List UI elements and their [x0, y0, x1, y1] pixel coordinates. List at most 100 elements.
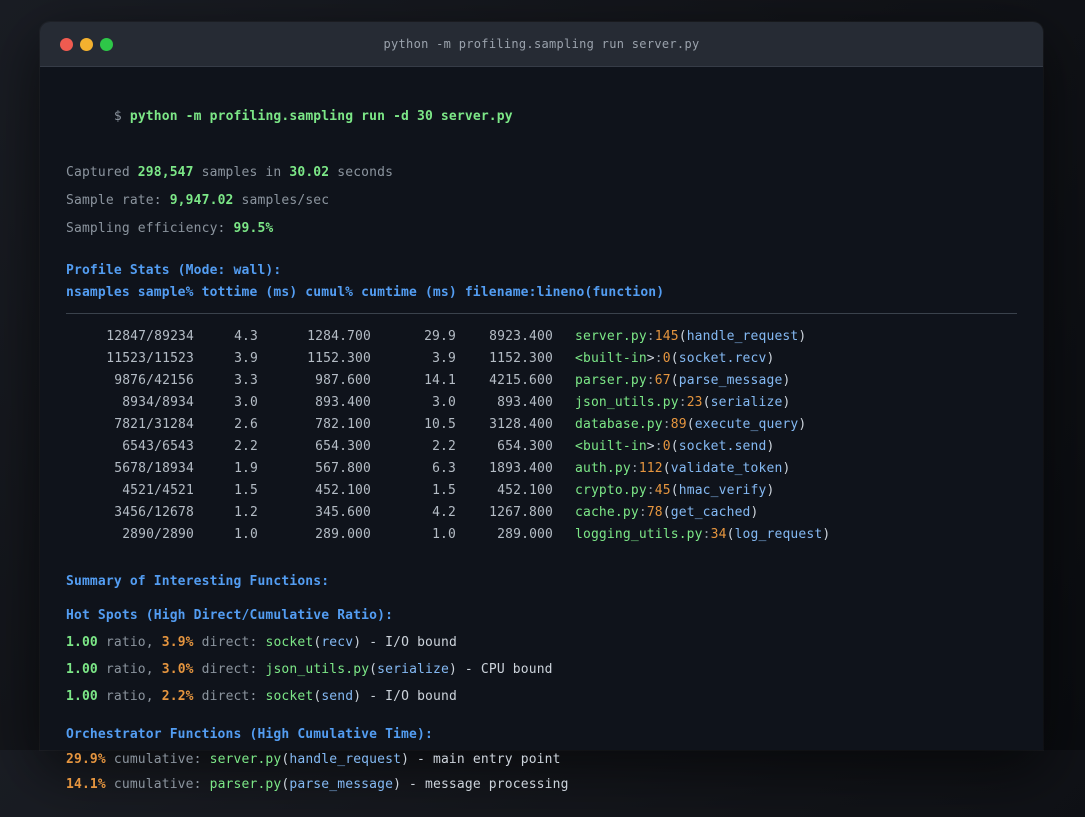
- profile-table: 12847/89234 4.3 1284.700 29.9 8923.400 s…: [66, 326, 1017, 546]
- cell-cumul-pct: 3.9: [432, 351, 456, 366]
- token: 89: [670, 417, 687, 432]
- cell-tottime-ms: 1152.300: [307, 351, 371, 366]
- cell-cumtime-ms: 1893.400: [489, 461, 553, 476]
- token: ): [766, 351, 775, 366]
- close-button[interactable]: [60, 37, 73, 51]
- cell-tottime-ms: 452.100: [315, 483, 371, 498]
- token: serialize: [710, 395, 783, 410]
- profile-table-row: 9876/42156 3.3 987.600 14.1 4215.600 par…: [66, 370, 1017, 392]
- cell-nsamples: 2890/2890: [122, 527, 194, 542]
- cell-nsamples: 12847/89234: [106, 329, 194, 344]
- cell-cumul-pct: 29.9: [424, 329, 456, 344]
- cell-cumul-pct: 1.0: [432, 527, 456, 542]
- token: <built-in: [575, 439, 647, 454]
- token: server.py: [575, 329, 647, 344]
- token: 2.2%: [161, 689, 194, 704]
- token: - message processing: [401, 777, 569, 792]
- token: (: [726, 527, 735, 542]
- cell-cumtime-ms: 4215.600: [489, 373, 553, 388]
- cell-cumtime-ms: 289.000: [497, 527, 553, 542]
- token: parse_message: [678, 373, 783, 388]
- token: 29.9%: [66, 752, 106, 767]
- profile-table-row: 11523/11523 3.9 1152.300 3.9 1152.300 <b…: [66, 348, 1017, 370]
- cell-nsamples: 5678/18934: [114, 461, 194, 476]
- cell-sample-pct: 2.6: [234, 417, 258, 432]
- token: :: [646, 373, 655, 388]
- token: recv: [321, 635, 354, 650]
- titlebar[interactable]: python -m profiling.sampling run server.…: [40, 22, 1043, 67]
- token: (: [670, 351, 679, 366]
- hotspots-heading: Hot Spots (High Direct/Cumulative Ratio)…: [66, 608, 394, 623]
- token: ): [798, 329, 807, 344]
- cell-sample-pct: 1.0: [234, 527, 258, 542]
- token: 14.1%: [66, 777, 106, 792]
- token: 23: [686, 395, 703, 410]
- cell-nsamples: 11523/11523: [106, 351, 194, 366]
- cell-sample-pct: 3.3: [234, 373, 258, 388]
- cell-nsamples: 7821/31284: [114, 417, 194, 432]
- token: 45: [654, 483, 671, 498]
- token: ratio,: [97, 635, 162, 650]
- token: (: [702, 395, 711, 410]
- token: server.py: [209, 752, 282, 767]
- token: :: [662, 417, 671, 432]
- token: cumulative:: [105, 777, 210, 792]
- cell-cumul-pct: 6.3: [432, 461, 456, 476]
- profile-table-row: 12847/89234 4.3 1284.700 29.9 8923.400 s…: [66, 326, 1017, 348]
- token: 145: [654, 329, 679, 344]
- cell-sample-pct: 1.2: [234, 505, 258, 520]
- cell-filename-lineno-function: crypto.py:45(hmac_verify): [575, 480, 774, 502]
- cell-sample-pct: 1.9: [234, 461, 258, 476]
- maximize-button[interactable]: [100, 37, 113, 51]
- token: logging_utils.py: [575, 527, 703, 542]
- token: (: [662, 505, 671, 520]
- token: :: [678, 395, 687, 410]
- token: (: [670, 373, 679, 388]
- token: >: [646, 351, 655, 366]
- cell-tottime-ms: 567.800: [315, 461, 371, 476]
- token: <built-in: [575, 351, 647, 366]
- cell-cumtime-ms: 654.300: [497, 439, 553, 454]
- token: 1.00: [66, 689, 98, 704]
- profile-stats-heading: Profile Stats (Mode: wall):: [66, 263, 282, 278]
- token: ratio,: [97, 689, 162, 704]
- token: ): [766, 439, 775, 454]
- cell-nsamples: 4521/4521: [122, 483, 194, 498]
- output-line: 29.9% cumulative: server.py(handle_reque…: [66, 751, 1017, 769]
- token: 3.0%: [161, 662, 194, 677]
- token: 0: [662, 351, 671, 366]
- token: cumulative:: [105, 752, 210, 767]
- output-line: 1.00 ratio, 3.0% direct: json_utils.py(s…: [66, 661, 1017, 679]
- token: handle_request: [289, 752, 402, 767]
- cell-tottime-ms: 654.300: [315, 439, 371, 454]
- token: ratio,: [97, 662, 162, 677]
- profile-table-row: 6543/6543 2.2 654.300 2.2 654.300 <built…: [66, 436, 1017, 458]
- token: ): [401, 752, 410, 767]
- cell-cumtime-ms: 3128.400: [489, 417, 553, 432]
- token: parser.py: [209, 777, 282, 792]
- cell-tottime-ms: 782.100: [315, 417, 371, 432]
- token: (: [662, 461, 671, 476]
- token: hmac_verify: [678, 483, 767, 498]
- cell-tottime-ms: 987.600: [315, 373, 371, 388]
- cell-cumtime-ms: 893.400: [497, 395, 553, 410]
- token: execute_query: [694, 417, 799, 432]
- token: (: [678, 329, 687, 344]
- token: :: [646, 329, 655, 344]
- token: parse_message: [289, 777, 394, 792]
- cell-filename-lineno-function: cache.py:78(get_cached): [575, 502, 759, 524]
- cell-cumul-pct: 2.2: [432, 439, 456, 454]
- token: - I/O bound: [361, 689, 457, 704]
- token: (: [281, 752, 290, 767]
- token: 1.00: [66, 662, 98, 677]
- minimize-button[interactable]: [80, 37, 93, 51]
- cell-filename-lineno-function: <built-in>:0(socket.recv): [575, 348, 774, 370]
- token: :: [654, 351, 663, 366]
- token: Captured: [66, 165, 138, 180]
- cell-cumtime-ms: 452.100: [497, 483, 553, 498]
- token: 9,947.02: [169, 193, 234, 208]
- capture-stats: Captured 298,547 samples in 30.02 second…: [66, 164, 1017, 238]
- token: 3.9%: [161, 635, 194, 650]
- cell-filename-lineno-function: parser.py:67(parse_message): [575, 370, 790, 392]
- command-line: $ python -m profiling.sampling run -d 30…: [66, 90, 1017, 144]
